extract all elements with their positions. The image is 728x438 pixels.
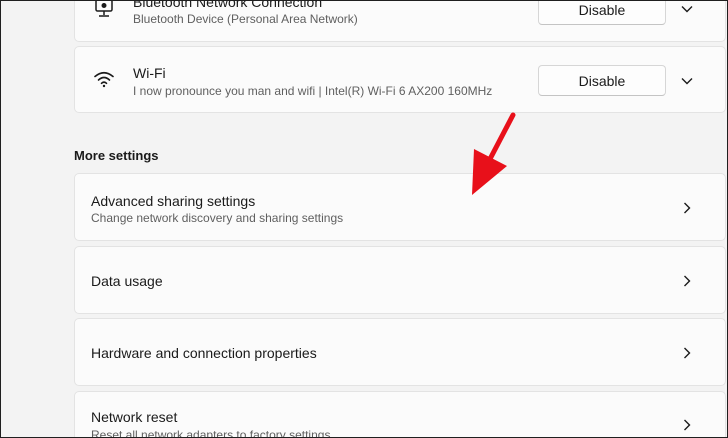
item-title: Data usage [91,273,163,289]
adapter-description: Bluetooth Device (Personal Area Network) [133,12,358,26]
wifi-icon [94,71,114,88]
disable-button[interactable]: Disable [538,1,666,25]
section-heading: More settings [74,148,159,163]
disable-button[interactable]: Disable [538,65,666,96]
advanced-sharing-settings-item[interactable]: Advanced sharing settings Change network… [74,173,726,241]
adapter-card-bluetooth[interactable]: Bluetooth Network Connection Bluetooth D… [74,0,726,42]
chevron-right-icon [684,419,691,431]
adapter-description: I now pronounce you man and wifi | Intel… [133,84,493,98]
chevron-right-icon [684,202,691,214]
adapter-name: Bluetooth Network Connection [133,0,323,10]
chevron-right-icon [684,275,691,287]
bluetooth-network-icon [95,1,113,17]
chevron-down-icon[interactable] [680,74,694,88]
item-title: Network reset [91,409,178,425]
chevron-down-icon[interactable] [680,2,694,16]
data-usage-item[interactable]: Data usage [74,246,726,314]
annotation-arrow [472,112,516,195]
adapter-card-wifi[interactable]: Wi-Fi I now pronounce you man and wifi |… [74,46,726,113]
hardware-connection-properties-item[interactable]: Hardware and connection properties [74,318,726,386]
adapter-name: Wi-Fi [133,65,166,81]
item-title: Hardware and connection properties [91,345,317,361]
chevron-right-icon [684,347,691,359]
network-reset-item[interactable]: Network reset Reset all network adapters… [74,391,726,438]
item-subtitle: Reset all network adapters to factory se… [91,428,331,438]
item-subtitle: Change network discovery and sharing set… [91,211,344,225]
item-title: Advanced sharing settings [91,193,256,209]
settings-page: Bluetooth Network Connection Bluetooth D… [0,0,728,438]
